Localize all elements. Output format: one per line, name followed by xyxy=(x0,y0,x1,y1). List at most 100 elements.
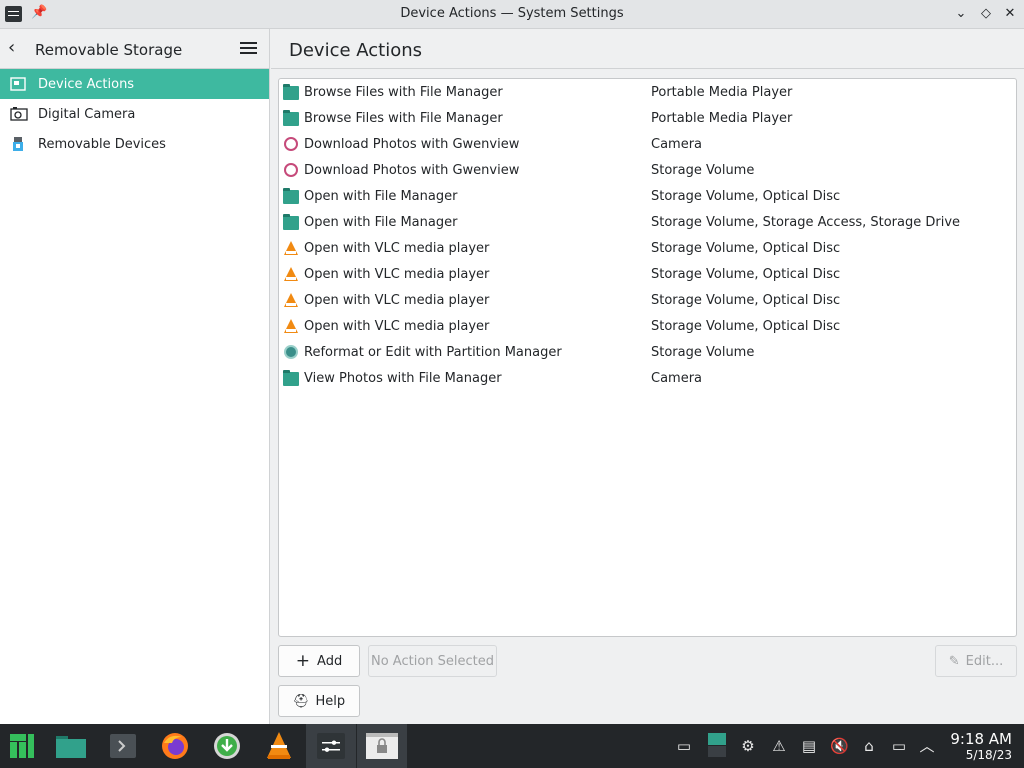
action-device-types: Camera xyxy=(651,137,703,152)
table-row[interactable]: Open with VLC media player Storage Volume… xyxy=(279,288,1016,314)
table-row[interactable]: Reformat or Edit with Partition Manager S… xyxy=(279,340,1016,366)
gwenview-icon xyxy=(283,137,299,153)
lock-window-icon xyxy=(366,733,398,759)
action-device-types: Storage Volume, Optical Disc xyxy=(651,319,841,334)
no-action-selected-label: No Action Selected xyxy=(370,653,494,669)
action-device-types: Storage Volume, Optical Disc xyxy=(651,241,841,256)
table-row[interactable]: Browse Files with File Manager Portable M… xyxy=(279,80,1016,106)
help-button[interactable]: ⛑ Help xyxy=(278,685,360,717)
action-name: Open with VLC media player xyxy=(304,319,490,334)
maximize-button[interactable]: ◇ xyxy=(976,4,996,24)
taskbar-system-settings[interactable] xyxy=(306,724,356,768)
action-device-types: Storage Volume xyxy=(651,345,755,360)
sidebar-item-label: Device Actions xyxy=(38,76,135,92)
edit-button-label: Edit... xyxy=(965,653,1004,669)
action-name: Download Photos with Gwenview xyxy=(304,163,520,178)
no-action-selected-button[interactable]: No Action Selected xyxy=(368,645,497,677)
page-title: Device Actions xyxy=(289,40,423,61)
action-name: Browse Files with File Manager xyxy=(304,111,503,126)
taskbar-firefox[interactable] xyxy=(150,724,200,768)
table-row[interactable]: Download Photos with Gwenview Storage Vol… xyxy=(279,158,1016,184)
sidebar-item-digital-camera[interactable]: Digital Camera xyxy=(0,99,269,129)
vlc-icon xyxy=(267,732,291,759)
main-panel: Device Actions Browse Files with File Ma… xyxy=(271,29,1024,724)
taskbar-terminal[interactable] xyxy=(98,724,148,768)
desktop-pager-icon[interactable] xyxy=(708,733,726,757)
folder-icon xyxy=(283,214,299,231)
show-desktop-icon[interactable]: ▭ xyxy=(675,737,693,755)
table-row[interactable]: Open with VLC media player Storage Volume… xyxy=(279,236,1016,262)
vlc-icon xyxy=(283,293,299,309)
table-row[interactable]: Open with VLC media player Storage Volume… xyxy=(279,262,1016,288)
help-icon: ⛑ xyxy=(292,693,310,709)
camera-icon xyxy=(10,106,28,122)
action-name: Browse Files with File Manager xyxy=(304,85,503,100)
device-actions-icon xyxy=(10,76,28,92)
help-button-label: Help xyxy=(315,693,346,709)
back-button[interactable]: ‹ xyxy=(8,39,28,59)
action-device-types: Portable Media Player xyxy=(651,111,793,126)
action-device-types: Camera xyxy=(651,371,703,386)
network-settings-icon[interactable]: ⚙ xyxy=(739,737,757,755)
terminal-icon xyxy=(110,734,136,758)
taskbar-file-manager[interactable] xyxy=(46,724,96,768)
window-titlebar: 📌 Device Actions — System Settings ⌄ ◇ ✕ xyxy=(0,0,1024,29)
partition-manager-icon xyxy=(283,345,299,361)
folder-icon xyxy=(283,110,299,127)
digital-clock[interactable]: 9:18 AM 5/18/23 xyxy=(950,730,1012,763)
application-launcher[interactable] xyxy=(0,724,44,768)
sidebar-item-label: Removable Devices xyxy=(38,136,166,152)
table-row[interactable]: Open with VLC media player Storage Volume… xyxy=(279,314,1016,340)
minimize-button[interactable]: ⌄ xyxy=(951,4,971,24)
vlc-icon xyxy=(283,241,299,257)
table-row[interactable]: Open with File Manager Storage Volume, Op… xyxy=(279,184,1016,210)
action-name: Open with File Manager xyxy=(304,189,458,204)
vlc-tray-icon[interactable]: ⚠ xyxy=(770,737,788,755)
close-button[interactable]: ✕ xyxy=(1000,4,1020,24)
table-row[interactable]: View Photos with File Manager Camera xyxy=(279,366,1016,392)
taskbar-downloader[interactable] xyxy=(202,724,252,768)
taskbar-vault[interactable] xyxy=(357,724,407,768)
hamburger-menu-icon[interactable] xyxy=(240,42,257,56)
action-device-types: Portable Media Player xyxy=(651,85,793,100)
table-row[interactable]: Download Photos with Gwenview Camera xyxy=(279,132,1016,158)
table-row[interactable]: Browse Files with File Manager Portable M… xyxy=(279,106,1016,132)
action-name: View Photos with File Manager xyxy=(304,371,502,386)
action-device-types: Storage Volume, Optical Disc xyxy=(651,189,841,204)
action-device-types: Storage Volume xyxy=(651,163,755,178)
table-row[interactable]: Open with File Manager Storage Volume, St… xyxy=(279,210,1016,236)
window-title: Device Actions — System Settings xyxy=(400,6,624,21)
action-name: Open with VLC media player xyxy=(304,241,490,256)
action-device-types: Storage Volume, Optical Disc xyxy=(651,267,841,282)
action-name: Reformat or Edit with Partition Manager xyxy=(304,345,562,360)
add-button[interactable]: + Add xyxy=(278,645,360,677)
sidebar-item-label: Digital Camera xyxy=(38,106,136,122)
taskbar-vlc[interactable] xyxy=(254,724,304,768)
clock-time: 9:18 AM xyxy=(950,730,1012,748)
sidebar-item-device-actions[interactable]: Device Actions xyxy=(0,69,269,99)
chevron-up-icon[interactable]: ︿ xyxy=(918,737,936,755)
edit-icon: ✎ xyxy=(948,653,960,669)
gwenview-icon xyxy=(283,163,299,179)
sidebar-item-removable-devices[interactable]: Removable Devices xyxy=(0,129,269,159)
main-header: Device Actions xyxy=(271,29,1024,69)
vlc-icon xyxy=(283,267,299,283)
sidebar-header: ‹ Removable Storage xyxy=(0,29,269,69)
edit-button[interactable]: ✎ Edit... xyxy=(935,645,1017,677)
sidebar-title: Removable Storage xyxy=(35,41,183,59)
actions-list[interactable]: Browse Files with File Manager Portable M… xyxy=(278,78,1017,637)
system-settings-icon xyxy=(317,733,345,759)
download-icon xyxy=(214,733,240,759)
action-name: Download Photos with Gwenview xyxy=(304,137,520,152)
usb-icon xyxy=(10,136,28,152)
sidebar: ‹ Removable Storage Device Actions Digit… xyxy=(0,29,270,724)
display-icon[interactable]: ▭ xyxy=(890,737,908,755)
manjaro-logo-icon xyxy=(10,734,34,758)
clipboard-icon[interactable]: ▤ xyxy=(800,737,818,755)
action-name: Open with VLC media player xyxy=(304,267,490,282)
add-button-label: Add xyxy=(317,653,343,669)
vlc-icon xyxy=(283,319,299,335)
usb-device-icon[interactable]: ⌂ xyxy=(860,737,878,755)
volume-muted-icon[interactable]: 🔇 xyxy=(830,737,849,755)
folder-icon xyxy=(56,736,86,758)
